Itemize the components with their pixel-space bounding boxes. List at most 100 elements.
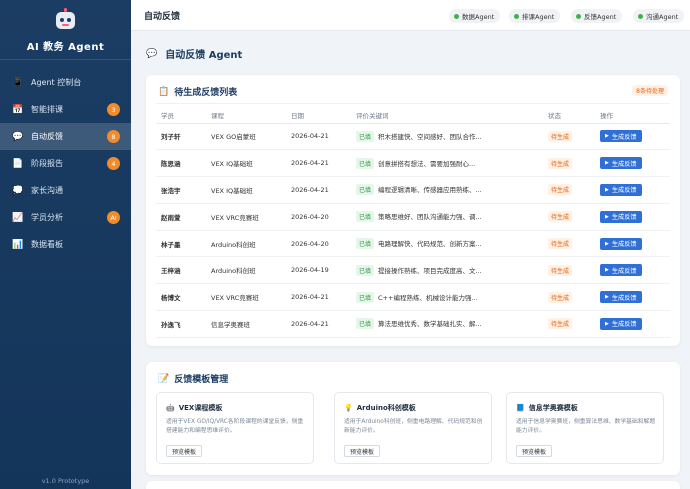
keywords-text: 电路理解快、代码规范、创新方案... bbox=[378, 240, 482, 249]
keywords-text: 算法思维优秀、数学基础扎实、解... bbox=[378, 320, 482, 329]
feedback-table: 学员 课程 日期 评价关键词 状态 操作 刘子轩 VEX GO启蒙班 2026-04… bbox=[156, 108, 670, 338]
template-title: 💡 Arduino科创模板 bbox=[344, 404, 416, 412]
action-cell: ▶ 生成反馈 bbox=[595, 203, 670, 231]
keywords-text: 编程逻辑清晰、传感器应用熟练、... bbox=[378, 186, 482, 195]
status-badge: 待生成 bbox=[548, 291, 573, 303]
template-management-card: 📝 反馈模板管理 🤖 VEX课程模板适用于VEX GO/IQ/VRC各阶段课程的课… bbox=[146, 362, 680, 475]
sidebar-item-label: 智能排课 bbox=[31, 105, 63, 114]
status-cell: 待生成 bbox=[543, 203, 595, 231]
robot-icon: 🤖 bbox=[166, 404, 175, 412]
agent-chip-feedback[interactable]: 反馈Agent bbox=[571, 9, 623, 23]
action-cell: ▶ 生成反馈 bbox=[595, 256, 670, 285]
table-row: 王梓涵 Arduino科创班 2026-04-19 已填 提接操作熟练、项目完成度高、文… bbox=[156, 256, 670, 285]
status-cell: 待生成 bbox=[543, 283, 595, 312]
status-cell: 待生成 bbox=[543, 176, 595, 204]
generate-feedback-button[interactable]: ▶ 生成反馈 bbox=[600, 291, 642, 304]
sidebar-item-2[interactable]: 💬 自动反馈 8 bbox=[0, 123, 131, 150]
book-icon: 📘 bbox=[516, 404, 525, 412]
online-dot-icon bbox=[454, 13, 459, 19]
generate-feedback-button[interactable]: ▶ 生成反馈 bbox=[600, 183, 642, 196]
keywords-text: C++编程熟练、机械设计能力强... bbox=[378, 293, 478, 302]
table-header-row: 学员 课程 日期 评价关键词 状态 操作 bbox=[156, 108, 670, 124]
sidebar-item-0[interactable]: 📱 Agent 控制台 bbox=[0, 69, 131, 96]
sidebar-item-1[interactable]: 📅 智能排课 3 bbox=[0, 96, 131, 123]
status-badge: 待生成 bbox=[548, 184, 573, 196]
sidebar-item-4[interactable]: 💭 家长沟通 bbox=[0, 177, 131, 204]
date-cell: 2026-04-21 bbox=[286, 123, 351, 151]
template-title: 📘 信息学奥赛模板 bbox=[516, 404, 578, 412]
template-description: 适用于信息学奥赛班，侧重算法思维、数学基础和解题能力评价。 bbox=[516, 419, 656, 434]
generate-feedback-button[interactable]: ▶ 生成反馈 bbox=[600, 264, 642, 277]
generate-feedback-button[interactable]: ▶ 生成反馈 bbox=[600, 210, 642, 223]
sidebar-item-3[interactable]: 📄 阶段报告 4 bbox=[0, 150, 131, 177]
template-description: 适用于Arduino科创班，侧重电路理解、代码规范和创新能力评价。 bbox=[344, 419, 483, 434]
generate-feedback-button[interactable]: ▶ 生成反馈 bbox=[600, 237, 642, 250]
date-cell: 2026-04-20 bbox=[286, 230, 351, 258]
preview-template-button[interactable]: 预览模板 bbox=[516, 445, 553, 457]
course-cell: VEX GO启蒙班 bbox=[206, 123, 286, 151]
next-card bbox=[146, 481, 680, 489]
sidebar-item-label: 学员分析 bbox=[31, 213, 63, 222]
sidebar-item-label: 家长沟通 bbox=[31, 186, 63, 195]
keywords-text: 积木搭建快、空间感好、团队合作... bbox=[378, 132, 482, 141]
keywords-text: 策略思维好、团队沟通能力强、调... bbox=[378, 213, 482, 222]
keywords-cell: 已填 提接操作熟练、项目完成度高、文... bbox=[351, 256, 543, 285]
online-dot-icon bbox=[514, 13, 519, 19]
sidebar-item-6[interactable]: 📊 数据看板 bbox=[0, 231, 131, 258]
sidebar: AI 教务 Agent 📱 Agent 控制台 📅 智能排课 3 💬 自动反馈 8 📄 阶段报告 4… bbox=[0, 0, 131, 489]
chart-icon: 📈 bbox=[12, 212, 24, 223]
filled-tag: 已填 bbox=[356, 291, 375, 303]
speech-icon: 💭 bbox=[12, 185, 24, 196]
template-card: 🤖 VEX课程模板适用于VEX GO/IQ/VRC各阶段课程的课堂反馈，侧重搭建能… bbox=[156, 392, 314, 464]
count-badge: 8 bbox=[107, 130, 120, 143]
course-cell: VEX VRC竞赛班 bbox=[206, 203, 286, 231]
preview-template-button[interactable]: 预览模板 bbox=[166, 445, 203, 457]
preview-template-button[interactable]: 预览模板 bbox=[344, 445, 381, 457]
status-badge: 待生成 bbox=[548, 130, 573, 142]
online-dot-icon bbox=[576, 13, 581, 19]
pending-feedback-card: 📋 待生成反馈列表 8条待处理 学员 课程 日期 评价关键词 状态 操作 刘子轩… bbox=[146, 75, 680, 346]
table-row: 赵雨萱 VEX VRC竞赛班 2026-04-20 已填 策略思维好、团队沟通能力强、调… bbox=[156, 203, 670, 231]
agent-chip-schedule[interactable]: 排课Agent bbox=[509, 9, 561, 23]
date-cell: 2026-04-21 bbox=[286, 176, 351, 204]
bar-chart-icon: 📊 bbox=[12, 239, 24, 250]
action-cell: ▶ 生成反馈 bbox=[595, 149, 670, 178]
generate-feedback-button[interactable]: ▶ 生成反馈 bbox=[600, 317, 642, 330]
filled-tag: 已填 bbox=[356, 238, 375, 250]
action-cell: ▶ 生成反馈 bbox=[595, 176, 670, 204]
generate-feedback-button[interactable]: ▶ 生成反馈 bbox=[600, 157, 642, 170]
column-header: 学员 bbox=[156, 108, 206, 124]
student-name: 林子墨 bbox=[156, 230, 206, 258]
keywords-cell: 已填 C++编程熟练、机械设计能力强... bbox=[351, 283, 543, 312]
course-cell: VEX IQ基础班 bbox=[206, 176, 286, 204]
keywords-cell: 已填 积木搭建快、空间感好、团队合作... bbox=[351, 123, 543, 151]
play-icon: ▶ bbox=[605, 160, 609, 167]
count-badge: 4 bbox=[107, 157, 120, 170]
template-title: 🤖 VEX课程模板 bbox=[166, 404, 223, 412]
template-description: 适用于VEX GO/IQ/VRC各阶段课程的课堂反馈，侧重搭建能力和编程思维评价… bbox=[166, 419, 304, 434]
action-cell: ▶ 生成反馈 bbox=[595, 123, 670, 151]
status-cell: 待生成 bbox=[543, 310, 595, 338]
date-cell: 2026-04-21 bbox=[286, 283, 351, 312]
robot-logo-icon bbox=[56, 8, 75, 29]
agent-chip-data[interactable]: 数据Agent bbox=[449, 9, 501, 23]
column-header: 操作 bbox=[595, 108, 670, 124]
column-header: 状态 bbox=[543, 108, 595, 124]
topbar: 自动反馈 数据Agent 排课Agent 反馈Agent 沟通Agent bbox=[131, 0, 690, 31]
student-name: 刘子轩 bbox=[156, 123, 206, 151]
generate-feedback-button[interactable]: ▶ 生成反馈 bbox=[600, 130, 642, 143]
action-cell: ▶ 生成反馈 bbox=[595, 283, 670, 312]
course-cell: VEX IQ基础班 bbox=[206, 149, 286, 178]
status-cell: 待生成 bbox=[543, 256, 595, 285]
course-cell: Arduino科创班 bbox=[206, 256, 286, 285]
online-dot-icon bbox=[638, 13, 643, 19]
student-name: 赵雨萱 bbox=[156, 203, 206, 231]
card-title: 📝 反馈模板管理 bbox=[158, 373, 229, 386]
student-name: 陈思涵 bbox=[156, 149, 206, 178]
status-cell: 待生成 bbox=[543, 123, 595, 151]
agent-chip-communication[interactable]: 沟通Agent bbox=[633, 9, 685, 23]
template-card: 💡 Arduino科创模板适用于Arduino科创班，侧重电路理解、代码规范和创新… bbox=[334, 392, 492, 464]
sidebar-item-5[interactable]: 📈 学员分析 AI bbox=[0, 204, 131, 231]
filled-tag: 已填 bbox=[356, 157, 375, 169]
table-row: 孙逸飞 信息学奥赛班 2026-04-21 已填 算法思维优秀、数学基础扎实、解... 待… bbox=[156, 310, 670, 338]
